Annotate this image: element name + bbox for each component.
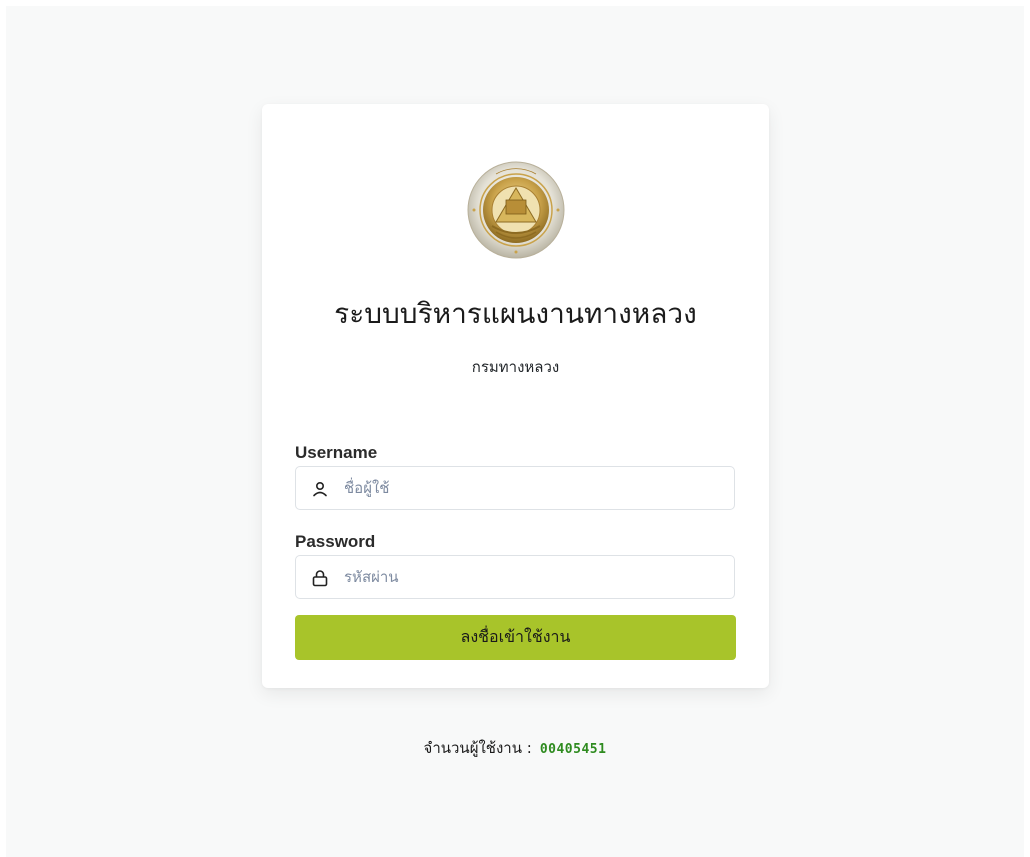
user-icon bbox=[313, 481, 327, 497]
username-label: Username bbox=[295, 443, 378, 462]
password-label: Password bbox=[295, 532, 376, 551]
user-counter-label: จำนวนผู้ใช้งาน : bbox=[423, 739, 532, 757]
password-input-group bbox=[295, 555, 735, 599]
username-input-group bbox=[295, 466, 735, 510]
organization-name: กรมทางหลวง bbox=[471, 358, 560, 376]
department-seal-logo bbox=[467, 161, 565, 259]
login-card: ระบบบริหารแผนงานทางหลวง กรมทางหลวง Usern… bbox=[262, 104, 769, 688]
username-input[interactable] bbox=[340, 467, 726, 509]
app-title: ระบบบริหารแผนงานทางหลวง bbox=[334, 297, 697, 330]
login-page: ระบบบริหารแผนงานทางหลวง กรมทางหลวง Usern… bbox=[6, 6, 1024, 857]
lock-icon bbox=[312, 570, 328, 587]
user-counter-value: 00405451 bbox=[539, 742, 607, 757]
password-input[interactable] bbox=[340, 556, 726, 598]
user-counter: จำนวนผู้ใช้งาน : 00405451 bbox=[6, 736, 1024, 760]
login-button[interactable]: ลงชื่อเข้าใช้งาน bbox=[295, 615, 736, 660]
